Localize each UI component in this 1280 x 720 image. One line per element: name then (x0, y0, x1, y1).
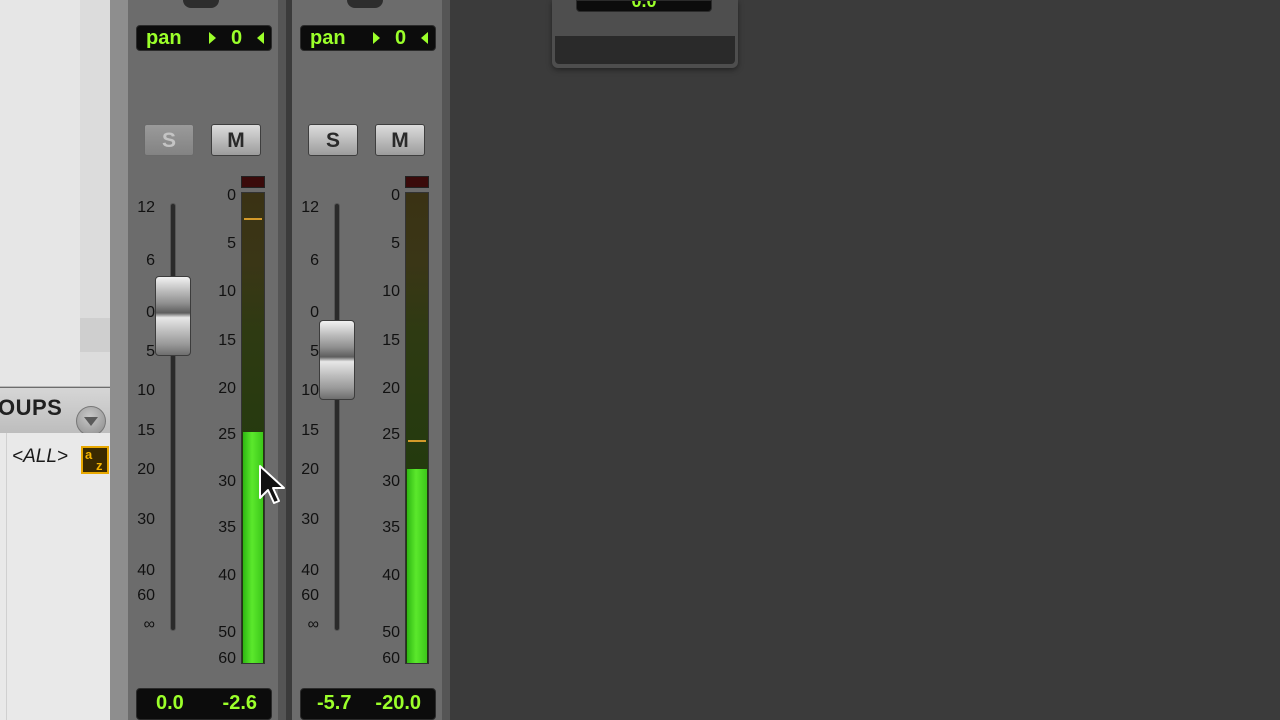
fader-scale-label: 0 (310, 304, 319, 321)
fader-scale-label: 20 (137, 461, 155, 478)
meter-scale-label: 10 (218, 283, 236, 300)
mute-button[interactable]: M (375, 124, 425, 156)
meter-scale-label: 0 (227, 187, 236, 204)
pan-label: pan (310, 27, 346, 49)
volume-value: 0.0 (156, 692, 184, 714)
peak-value: -2.6 (222, 692, 257, 714)
pan-left-arrow-icon[interactable] (257, 32, 264, 44)
meter-scale-label: 60 (218, 650, 236, 667)
pan-left-arrow-icon[interactable] (421, 32, 428, 44)
peak-value: -20.0 (375, 692, 421, 714)
meter-scale-label: 10 (382, 283, 400, 300)
channel-strip-edge (278, 0, 286, 720)
fader-scale-label: 12 (137, 199, 155, 216)
fader-scale-label: 30 (301, 511, 319, 528)
level-meter (241, 192, 265, 664)
fader-track (170, 203, 176, 631)
level-meter (405, 192, 429, 664)
meter-scale-label: 20 (382, 380, 400, 397)
meter-scale-label: 50 (382, 624, 400, 641)
fader-scale-label: ∞ (307, 616, 319, 633)
meter-scale-label: 25 (382, 426, 400, 443)
fader-scale-label: 60 (137, 587, 155, 604)
volume-fader[interactable] (319, 320, 355, 400)
channel-strip-edge (442, 0, 450, 720)
meter-scale-label: 30 (382, 473, 400, 490)
pan-label: pan (146, 27, 182, 49)
pan-right-arrow-icon[interactable] (209, 32, 216, 44)
meter-scale-label: 0 (391, 187, 400, 204)
pan-knob[interactable] (347, 0, 383, 8)
fader-scale-label: 12 (301, 199, 319, 216)
meter-scale-label: 50 (218, 624, 236, 641)
volume-value: -5.7 (317, 692, 352, 714)
pan-display[interactable]: pan 0 (136, 25, 272, 51)
solo-button[interactable]: S (308, 124, 358, 156)
meter-scale-label: 35 (382, 519, 400, 536)
groups-menu-button[interactable] (76, 406, 106, 436)
fader-scale-label: 40 (301, 562, 319, 579)
meter-scale-label: 5 (227, 235, 236, 252)
floating-readout: 0.0 (576, 0, 712, 12)
pan-value: 0 (231, 27, 243, 49)
az-sort-icon[interactable]: az (81, 446, 109, 474)
peak-hold-marker (408, 440, 426, 442)
mute-button[interactable]: M (211, 124, 261, 156)
fader-scale-label: 6 (310, 252, 319, 269)
pan-knob[interactable] (183, 0, 219, 8)
floating-panel-slot (555, 36, 735, 64)
level-readout[interactable]: -5.7 -20.0 (300, 688, 436, 720)
volume-fader[interactable] (155, 276, 191, 356)
fader-scale-label: 20 (301, 461, 319, 478)
groups-list (0, 433, 110, 720)
fader-scale-label: 5 (310, 343, 319, 360)
meter-scale-label: 35 (218, 519, 236, 536)
meter-scale-label: 20 (218, 380, 236, 397)
track-list-selection (80, 318, 110, 352)
meter-scale-label: 15 (218, 332, 236, 349)
clip-indicator[interactable] (405, 176, 429, 188)
meter-scale-label: 40 (218, 567, 236, 584)
fader-scale-label: 10 (301, 382, 319, 399)
peak-hold-marker (244, 218, 262, 220)
solo-button[interactable]: S (144, 124, 194, 156)
clip-indicator[interactable] (241, 176, 265, 188)
meter-scale-label: 40 (382, 567, 400, 584)
track-list[interactable] (0, 0, 81, 386)
fader-scale-label: 5 (146, 343, 155, 360)
meter-scale-label: 30 (218, 473, 236, 490)
group-all-item[interactable]: <ALL> (12, 446, 68, 468)
fader-scale-label: 15 (137, 422, 155, 439)
fader-scale-label: ∞ (143, 616, 155, 633)
pan-display[interactable]: pan 0 (300, 25, 436, 51)
groups-title: OUPS (0, 395, 63, 420)
fader-scale-label: 6 (146, 252, 155, 269)
mouse-pointer-icon (259, 465, 285, 504)
fader-scale-label: 40 (137, 562, 155, 579)
fader-scale-label: 15 (301, 422, 319, 439)
fader-scale-label: 30 (137, 511, 155, 528)
fader-scale-label: 60 (301, 587, 319, 604)
groups-list-divider (6, 433, 7, 720)
meter-scale-label: 15 (382, 332, 400, 349)
fader-track (334, 203, 340, 631)
meter-scale-label: 25 (218, 426, 236, 443)
meter-scale-label: 5 (391, 235, 400, 252)
pan-value: 0 (395, 27, 407, 49)
level-readout[interactable]: 0.0 -2.6 (136, 688, 272, 720)
pan-right-arrow-icon[interactable] (373, 32, 380, 44)
fader-scale-label: 0 (146, 304, 155, 321)
meter-scale-label: 60 (382, 650, 400, 667)
fader-scale-label: 10 (137, 382, 155, 399)
panel-divider[interactable] (110, 0, 128, 720)
